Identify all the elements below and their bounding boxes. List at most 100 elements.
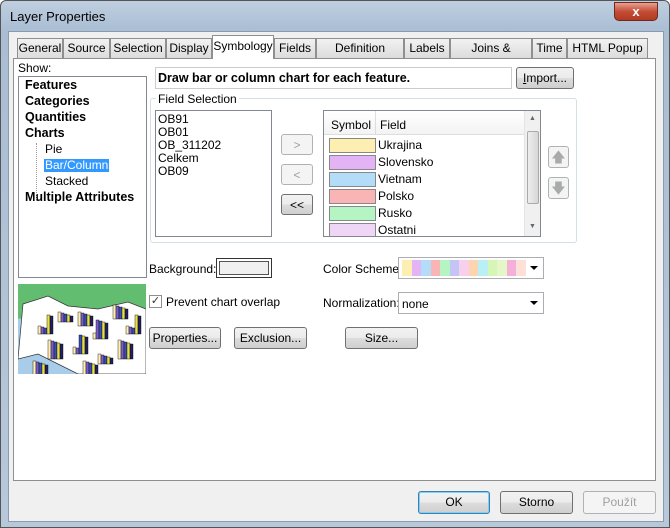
field-name: Slovensko	[378, 155, 434, 169]
preview-bar	[49, 315, 54, 335]
preview-bar	[115, 305, 120, 320]
chart-preview-image	[18, 284, 146, 374]
show-item[interactable]: Stacked	[44, 175, 89, 188]
tab-time[interactable]: Time	[532, 38, 567, 58]
field-name: Ukrajina	[378, 138, 423, 152]
color-ramp-swatch	[468, 260, 478, 276]
prevent-overlap-checkbox[interactable]: ✓	[149, 295, 162, 308]
preview-bar	[129, 343, 134, 360]
size-button[interactable]: Size...	[345, 327, 418, 349]
selected-field-row[interactable]: Ukrajina	[329, 137, 529, 154]
show-item[interactable]: Quantities	[25, 111, 86, 124]
apply-button[interactable]: Použít	[583, 491, 656, 514]
available-fields-list[interactable]: OB91 OB01 OB_311202 Celkem OB09	[155, 110, 272, 237]
add-field-button[interactable]: >	[281, 134, 313, 155]
preview-bar	[59, 343, 64, 360]
exclusion-button[interactable]: Exclusion...	[234, 327, 307, 349]
show-item[interactable]: Pie	[44, 143, 63, 156]
preview-bar	[104, 322, 109, 340]
available-field-item[interactable]: OB09	[158, 165, 189, 178]
symbol-swatch[interactable]	[329, 138, 376, 153]
show-item[interactable]: Features	[25, 79, 77, 92]
color-ramp-swatch	[402, 260, 412, 276]
tab-fields[interactable]: Fields	[274, 38, 316, 58]
preview-bar	[98, 320, 103, 340]
normalization-dropdown[interactable]: none	[398, 292, 544, 314]
col-symbol[interactable]: Symbol	[331, 118, 371, 132]
preview-bar	[106, 356, 111, 365]
tab-joins-relates[interactable]: Joins & Relates	[450, 38, 532, 74]
preview-bar	[85, 361, 90, 374]
tab-labels[interactable]: Labels	[404, 38, 450, 58]
preview-bar	[118, 306, 123, 320]
arrow-up-icon: 🡅	[551, 149, 566, 165]
preview-bar	[124, 308, 129, 320]
color-ramp-swatch	[459, 260, 469, 276]
field-selection-label: Field Selection	[156, 92, 239, 106]
preview-bar	[103, 355, 108, 365]
preview-bar	[134, 314, 139, 335]
show-item[interactable]: Categories	[25, 95, 90, 108]
color-scheme-label: Color Scheme:	[323, 262, 403, 276]
close-button[interactable]: x	[614, 2, 658, 21]
selected-field-row[interactable]: Slovensko	[329, 154, 529, 171]
tab-definition-query[interactable]: Definition Query	[316, 38, 404, 74]
symbol-swatch[interactable]	[329, 172, 376, 187]
tab-general[interactable]: General	[17, 38, 63, 58]
preview-bar	[97, 353, 102, 365]
cancel-button[interactable]: Storno	[500, 491, 573, 514]
import-button[interactable]: Import...	[516, 67, 574, 89]
preview-bar	[131, 327, 136, 335]
color-ramp-swatch	[449, 260, 459, 276]
preview-bar	[120, 340, 125, 360]
preview-bar	[53, 341, 58, 360]
tab-symbology[interactable]: Symbology	[212, 35, 274, 59]
selected-field-row[interactable]: Polsko	[329, 188, 529, 205]
preview-bar	[123, 341, 128, 360]
selected-field-row[interactable]: Ostatni	[329, 222, 529, 236]
preview-bar	[121, 307, 126, 320]
tab-selection[interactable]: Selection	[110, 38, 166, 58]
selected-field-row[interactable]: Rusko	[329, 205, 529, 222]
vertical-scrollbar[interactable]: ▲ ▼	[524, 111, 540, 236]
symbol-swatch[interactable]	[329, 206, 376, 221]
preview-bar	[57, 311, 62, 323]
preview-bar	[32, 360, 37, 374]
color-ramp-swatch	[478, 260, 488, 276]
properties-button[interactable]: Properties...	[149, 327, 221, 349]
ok-button[interactable]: OK	[418, 491, 490, 514]
background-color-button[interactable]	[216, 258, 272, 278]
preview-bar	[117, 339, 122, 360]
show-item[interactable]: Charts	[25, 127, 65, 140]
tab-display[interactable]: Display	[166, 38, 212, 58]
color-scheme-dropdown[interactable]	[398, 257, 544, 279]
preview-bar	[80, 312, 85, 327]
symbol-swatch[interactable]	[329, 189, 376, 204]
selected-fields-table[interactable]: Symbol Field Ukrajina Slovensko Vietnam Pol…	[323, 110, 541, 237]
preview-bar	[126, 342, 131, 360]
show-tree[interactable]: Features Categories Quantities Charts Pie Bar…	[18, 76, 147, 278]
table-header: Symbol Field	[324, 111, 524, 135]
show-item[interactable]: Bar/Column	[44, 159, 110, 172]
preview-bar	[82, 360, 87, 374]
remove-all-fields-button[interactable]: <<	[281, 194, 313, 215]
tab-html-popup[interactable]: HTML Popup	[567, 38, 648, 58]
preview-bar	[137, 315, 142, 335]
scrollbar-thumb[interactable]	[527, 131, 539, 204]
normalization-value: none	[402, 297, 429, 311]
symbol-swatch[interactable]	[329, 155, 376, 170]
show-item[interactable]: Multiple Attributes	[25, 191, 134, 204]
preview-bar	[81, 335, 86, 355]
preview-bar	[100, 354, 105, 365]
tab-source[interactable]: Source	[63, 38, 110, 58]
preview-bar	[95, 319, 100, 340]
window-title: Layer Properties	[10, 9, 106, 24]
selected-field-row[interactable]: Vietnam	[329, 171, 529, 188]
remove-field-button[interactable]: <	[281, 164, 313, 185]
preview-bar	[38, 362, 43, 374]
preview-bar	[66, 314, 71, 323]
symbol-swatch[interactable]	[329, 223, 376, 236]
move-up-button[interactable]: 🡅	[548, 146, 569, 168]
col-field[interactable]: Field	[380, 118, 406, 132]
move-down-button[interactable]: 🡇	[548, 177, 569, 199]
